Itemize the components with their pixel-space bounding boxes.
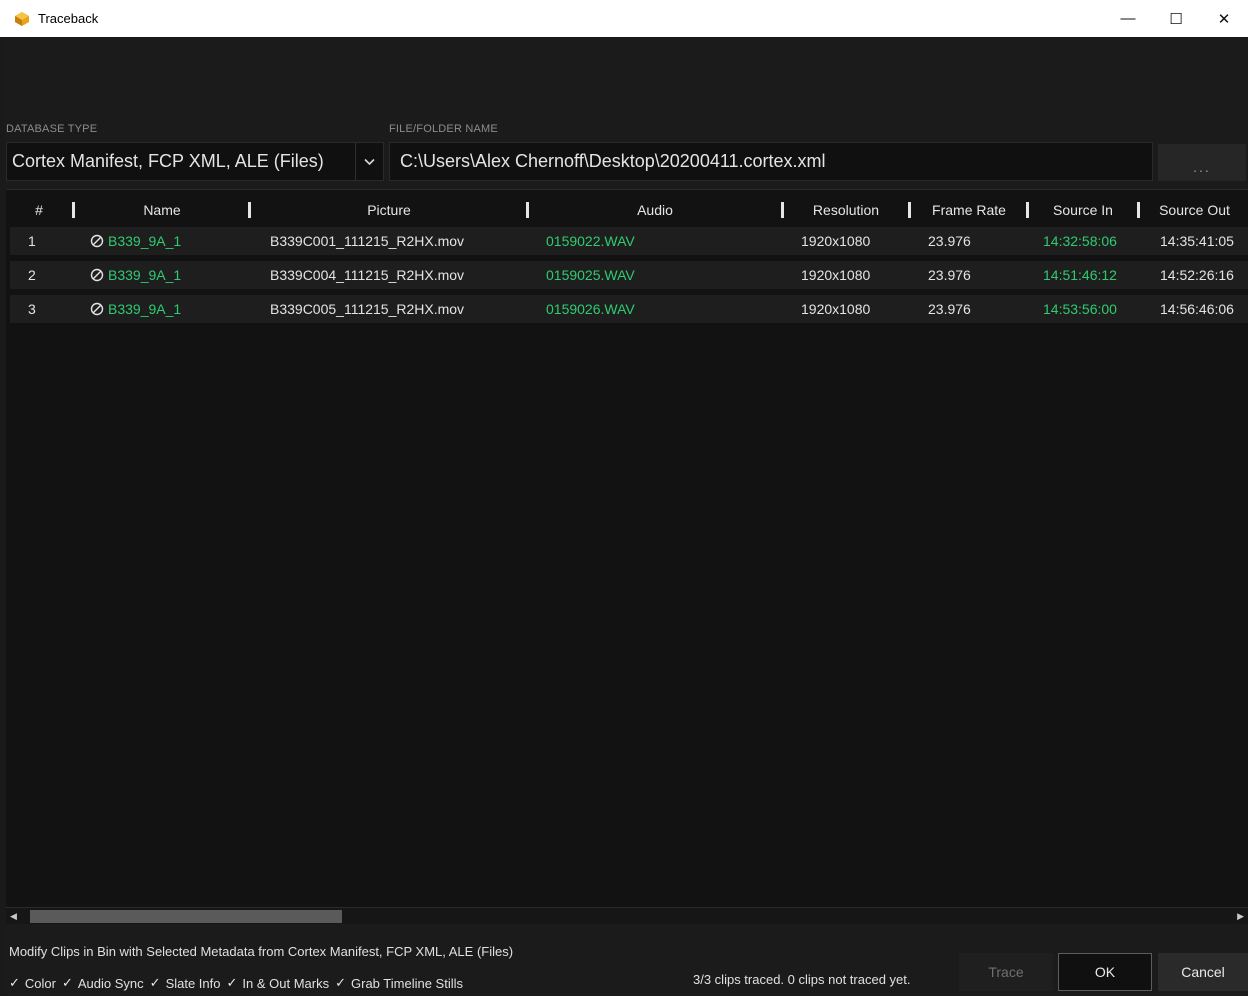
row-name-cell: B339_9A_1 xyxy=(90,261,181,289)
frame-rate-cell: 23.976 xyxy=(928,267,971,283)
row-name-cell: B339_9A_1 xyxy=(90,295,181,323)
database-type-label: DATABASE TYPE xyxy=(6,123,98,135)
file-folder-name-label: FILE/FOLDER NAME xyxy=(389,123,498,135)
column-divider[interactable] xyxy=(248,202,251,218)
column-divider[interactable] xyxy=(781,202,784,218)
checkmark-icon: ✓ xyxy=(9,975,20,990)
source-in-cell: 14:51:46:12 xyxy=(1043,267,1117,283)
modify-clips-description: Modify Clips in Bin with Selected Metada… xyxy=(9,944,514,959)
table-row[interactable]: 2 B339_9A_1 B339C004_111215_R2HX.mov 015… xyxy=(10,261,1248,289)
picture-cell: B339C005_111215_R2HX.mov xyxy=(270,301,465,317)
table-header: # Name Picture Audio Resolution Frame Ra… xyxy=(6,196,1248,224)
column-header-audio[interactable]: Audio xyxy=(530,196,780,224)
minimize-button[interactable]: — xyxy=(1104,0,1152,37)
row-number: 2 xyxy=(28,267,36,283)
grab-timeline-stills-checkbox[interactable]: ✓ Grab Timeline Stills xyxy=(335,975,463,991)
scroll-left-arrow-icon[interactable]: ◀ xyxy=(10,911,17,922)
resolution-cell: 1920x1080 xyxy=(801,267,871,283)
picture-cell: B339C004_111215_R2HX.mov xyxy=(270,267,465,283)
checkbox-label: Slate Info xyxy=(165,975,221,991)
clip-name: B339_9A_1 xyxy=(108,267,182,283)
source-in-cell: 14:32:58:06 xyxy=(1043,233,1117,249)
table-row[interactable]: 1 B339_9A_1 B339C001_111215_R2HX.mov 015… xyxy=(10,227,1248,255)
frame-rate-cell: 23.976 xyxy=(928,301,971,317)
clip-name: B339_9A_1 xyxy=(108,301,182,317)
picture-cell: B339C001_111215_R2HX.mov xyxy=(270,233,465,249)
column-header-resolution[interactable]: Resolution xyxy=(785,196,907,224)
not-linked-icon xyxy=(90,302,104,316)
source-out-cell: 14:52:26:16 xyxy=(1160,267,1234,283)
clips-table: # Name Picture Audio Resolution Frame Ra… xyxy=(6,189,1248,907)
database-type-select[interactable]: Cortex Manifest, FCP XML, ALE (Files) xyxy=(6,142,384,181)
checkbox-label: Grab Timeline Stills xyxy=(351,975,463,991)
column-divider[interactable] xyxy=(1026,202,1029,218)
column-divider[interactable] xyxy=(1137,202,1140,218)
column-divider[interactable] xyxy=(526,202,529,218)
clip-name: B339_9A_1 xyxy=(108,233,182,249)
row-name-cell: B339_9A_1 xyxy=(90,227,181,255)
checkmark-icon: ✓ xyxy=(335,975,347,990)
row-number: 1 xyxy=(28,233,36,249)
column-header-number[interactable]: # xyxy=(6,196,72,224)
audio-cell: 0159025.WAV xyxy=(546,267,635,283)
checkbox-label: Color xyxy=(24,975,56,991)
checkbox-label: Audio Sync xyxy=(77,975,144,991)
database-type-value: Cortex Manifest, FCP XML, ALE (Files) xyxy=(12,151,324,171)
browse-button[interactable]: ... xyxy=(1158,144,1246,181)
slate-info-checkbox[interactable]: ✓ Slate Info xyxy=(150,975,221,991)
resolution-cell: 1920x1080 xyxy=(801,233,871,249)
trace-button[interactable]: Trace xyxy=(959,953,1053,991)
in-out-marks-checkbox[interactable]: ✓ In & Out Marks xyxy=(227,975,330,991)
scroll-right-arrow-icon[interactable]: ▶ xyxy=(1237,911,1244,922)
window-title: Traceback xyxy=(38,11,99,26)
column-divider[interactable] xyxy=(72,202,75,218)
column-header-source-in[interactable]: Source In xyxy=(1030,196,1136,224)
cancel-button[interactable]: Cancel xyxy=(1158,953,1248,991)
source-out-cell: 14:35:41:05 xyxy=(1160,233,1234,249)
app-icon xyxy=(14,11,30,27)
audio-cell: 0159022.WAV xyxy=(546,233,635,249)
column-header-source-out[interactable]: Source Out xyxy=(1141,196,1248,224)
column-header-name[interactable]: Name xyxy=(76,196,248,224)
source-in-cell: 14:53:56:00 xyxy=(1043,301,1117,317)
table-row[interactable]: 3 B339_9A_1 B339C005_111215_R2HX.mov 015… xyxy=(10,295,1248,323)
color-checkbox[interactable]: ✓ Color xyxy=(9,975,56,991)
metadata-options: ✓ Color ✓ Audio Sync ✓ Slate Info ✓ In & Out… xyxy=(9,975,469,991)
column-header-picture[interactable]: Picture xyxy=(252,196,526,224)
chevron-down-icon[interactable] xyxy=(355,142,383,181)
close-button[interactable]: ✕ xyxy=(1200,0,1248,37)
checkmark-icon: ✓ xyxy=(226,975,238,990)
column-divider[interactable] xyxy=(908,202,911,218)
maximize-button[interactable]: ☐ xyxy=(1152,0,1200,37)
column-header-frame-rate[interactable]: Frame Rate xyxy=(912,196,1026,224)
trace-status-text: 3/3 clips traced. 0 clips not traced yet… xyxy=(693,972,911,987)
source-out-cell: 14:56:46:06 xyxy=(1160,301,1234,317)
dialog-body: DATABASE TYPE FILE/FOLDER NAME Cortex Ma… xyxy=(6,37,1248,996)
ok-button[interactable]: OK xyxy=(1058,953,1152,991)
not-linked-icon xyxy=(90,234,104,248)
row-number: 3 xyxy=(28,301,36,317)
resolution-cell: 1920x1080 xyxy=(801,301,871,317)
audio-cell: 0159026.WAV xyxy=(546,301,635,317)
checkmark-icon: ✓ xyxy=(61,975,73,990)
frame-rate-cell: 23.976 xyxy=(928,233,971,249)
file-path-input[interactable]: C:\Users\Alex Chernoff\Desktop\20200411.… xyxy=(389,142,1153,181)
checkbox-label: In & Out Marks xyxy=(242,975,330,991)
scrollbar-thumb[interactable] xyxy=(30,910,342,923)
not-linked-icon xyxy=(90,268,104,282)
horizontal-scrollbar[interactable]: ◀ ▶ xyxy=(6,907,1248,924)
audio-sync-checkbox[interactable]: ✓ Audio Sync xyxy=(62,975,144,991)
title-bar: Traceback — ☐ ✕ xyxy=(0,0,1248,37)
checkmark-icon: ✓ xyxy=(149,975,161,990)
